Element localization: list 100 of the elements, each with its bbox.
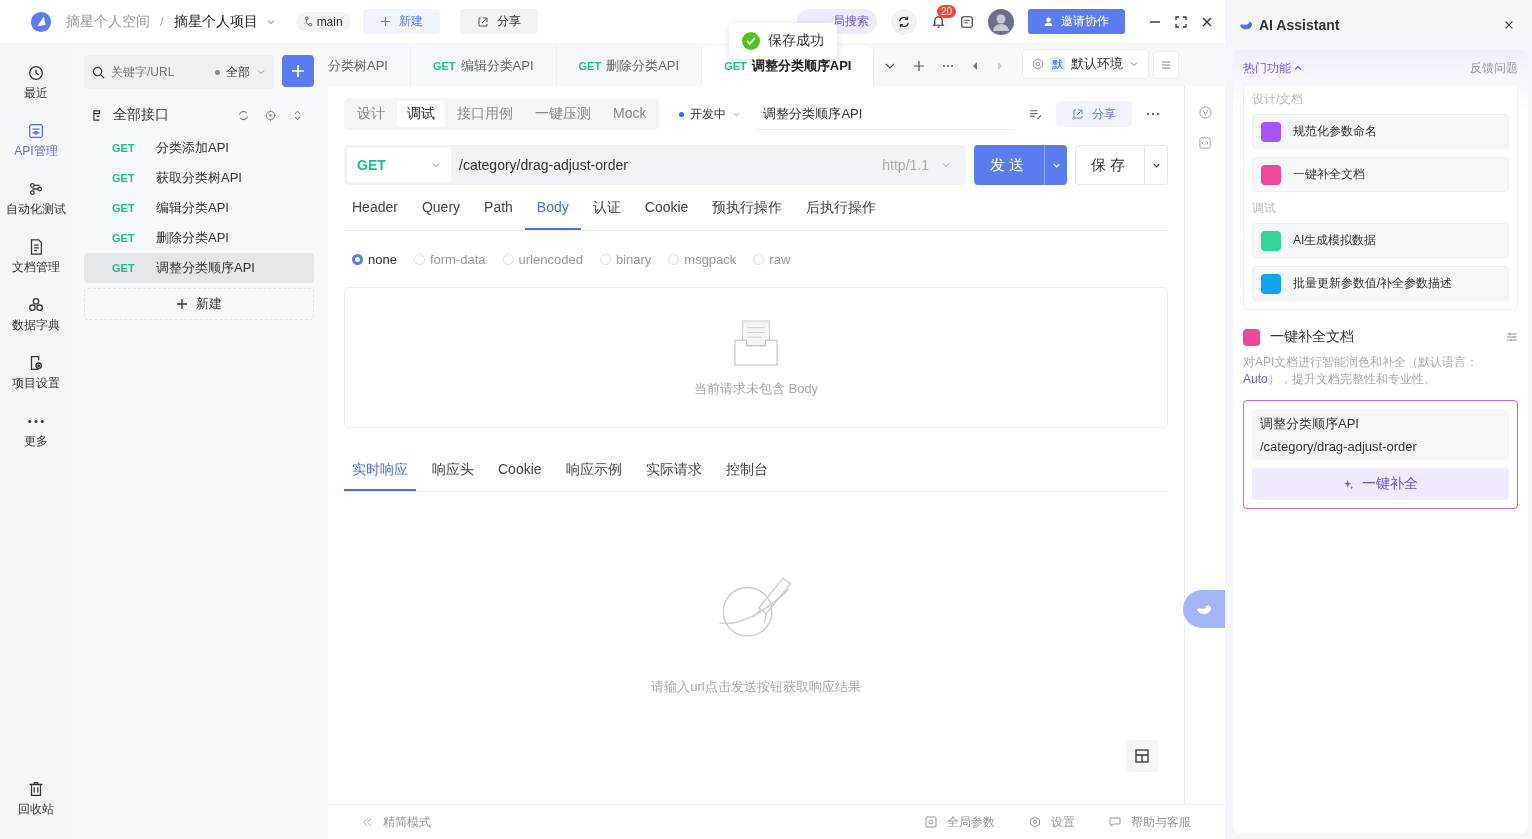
environment-select[interactable]: 默 默认环境 <box>1022 49 1150 79</box>
notification-badge: 20 <box>937 5 957 18</box>
edit-list-icon[interactable] <box>1029 107 1043 121</box>
tree-item[interactable]: GET 删除分类API <box>84 223 314 253</box>
layout-button[interactable] <box>1126 740 1158 772</box>
save-button[interactable]: 保存 <box>1075 145 1145 185</box>
locate-icon[interactable] <box>264 108 277 122</box>
user-icon <box>1044 16 1055 27</box>
status-select[interactable]: 开发中 <box>679 105 742 123</box>
param-tab[interactable]: Body <box>524 189 581 230</box>
response-tab[interactable]: Cookie <box>490 452 550 491</box>
circles-icon <box>27 296 45 314</box>
request-tab[interactable]: GET 编辑分类API <box>410 46 557 86</box>
feature-description: 对API文档进行智能润色和补全（默认语言： Auto），提升文档完整性和专业性。 <box>1243 354 1480 388</box>
tab-label: 编辑分类API <box>460 57 534 75</box>
branch-icon <box>303 16 313 27</box>
breadcrumb-item[interactable]: 摘星个人项目 <box>173 12 258 31</box>
nav-label: 回收站 <box>18 801 54 818</box>
nav-item[interactable]: 文档管理 <box>2 229 70 285</box>
feature-label: 批量更新参数值/补全参数描述 <box>1293 275 1453 292</box>
nav-item[interactable]: 更多 <box>2 403 70 459</box>
tree-item[interactable]: GET 获取分类树API <box>84 163 314 193</box>
new-api-button[interactable]: 新建 <box>84 288 314 320</box>
close-icon[interactable] <box>1201 15 1213 28</box>
close-icon[interactable] <box>1504 20 1514 30</box>
body-type-radio[interactable]: none <box>352 251 397 267</box>
nav-item[interactable]: 项目设置 <box>2 345 70 401</box>
response-tab[interactable]: 控制台 <box>717 452 776 491</box>
sliders-icon[interactable] <box>1506 331 1518 343</box>
api-name: 调整分类顺序API <box>156 259 255 277</box>
double-chevron-icon <box>362 816 373 828</box>
tree-item[interactable]: GET 分类添加API <box>84 133 314 163</box>
request-tab[interactable]: 分类树API <box>328 46 411 86</box>
ai-logo-icon <box>1239 19 1253 31</box>
method-label: GET <box>112 232 134 244</box>
feature-item[interactable]: AI生成模拟数据 <box>1252 223 1509 258</box>
tree-item[interactable]: GET 编辑分类API <box>84 193 314 223</box>
response-tab[interactable]: 实时响应 <box>344 452 416 491</box>
send-button[interactable]: 发送 <box>974 145 1044 185</box>
feature-item[interactable]: 规范化参数命名 <box>1252 114 1509 149</box>
param-tab[interactable]: Cookie <box>632 189 701 230</box>
method-label: GET <box>432 60 456 72</box>
response-tab[interactable]: 实际请求 <box>637 452 710 491</box>
check-icon <box>742 31 760 50</box>
param-tab[interactable]: Header <box>344 189 410 230</box>
share-button[interactable]: 分享 <box>459 9 538 34</box>
settings-icon <box>1029 816 1041 828</box>
bell-icon[interactable] <box>931 14 946 29</box>
avatar[interactable] <box>988 8 1014 35</box>
param-tab[interactable]: 后执行操作 <box>794 189 889 230</box>
nav-item[interactable]: 数据字典 <box>2 287 70 343</box>
share-icon <box>1072 108 1085 120</box>
param-tab[interactable]: 预执行操作 <box>700 189 795 230</box>
search-field[interactable]: 关键字/URL 全部 <box>84 55 274 89</box>
response-tab[interactable]: 响应头 <box>424 452 482 491</box>
filter-select[interactable]: 全部 <box>215 63 266 81</box>
empty-message: 当前请求未包含 Body <box>693 379 819 398</box>
group-title: 设计/文档 <box>1252 91 1305 108</box>
search-icon <box>92 65 105 79</box>
nav-item[interactable]: 最近 <box>2 55 70 111</box>
maximize-icon[interactable] <box>1175 15 1187 28</box>
feature-item[interactable]: 一键补全文档 <box>1252 157 1509 192</box>
chat-icon <box>1109 816 1121 828</box>
refresh-button[interactable] <box>891 8 917 35</box>
invite-button[interactable]: 邀请协作 <box>1028 9 1125 34</box>
param-tab[interactable]: 认证 <box>580 189 633 230</box>
add-button[interactable] <box>282 55 314 87</box>
add-tab-icon[interactable] <box>913 60 926 72</box>
param-tab[interactable]: Path <box>472 189 525 230</box>
response-tab[interactable]: 响应示例 <box>557 452 630 491</box>
tree-item[interactable]: GET 调整分类顺序API <box>84 253 314 283</box>
nav-label: 最近 <box>24 85 48 102</box>
nav-item[interactable]: API管理 <box>2 113 70 169</box>
more-icon[interactable] <box>1146 112 1161 116</box>
new-button[interactable]: 新建 <box>362 9 440 34</box>
url-text: /category/drag-adjust-order <box>459 157 629 173</box>
refresh-icon[interactable] <box>237 108 250 122</box>
nav-label: 项目设置 <box>12 375 60 392</box>
chevron-down-icon <box>1129 59 1140 69</box>
plus-icon <box>379 16 391 27</box>
complete-button[interactable]: 一键补全 <box>1252 468 1509 500</box>
notes-icon[interactable] <box>960 14 974 29</box>
share-button[interactable]: 分享 <box>1056 101 1133 127</box>
param-tab[interactable]: Query <box>409 189 473 230</box>
feature-item[interactable]: 批量更新参数值/补全参数描述 <box>1252 266 1509 301</box>
flow-icon <box>27 180 45 198</box>
previous-icon[interactable] <box>971 61 980 71</box>
mode-tab[interactable]: 调试 <box>397 101 445 127</box>
nav-item[interactable]: 自动化测试 <box>2 171 70 227</box>
code-icon[interactable] <box>1199 137 1211 149</box>
chevron-down-icon <box>431 160 441 170</box>
method-label: GET <box>112 262 134 274</box>
trash-nav-item[interactable]: 回收站 <box>2 771 70 827</box>
tree-root-label[interactable]: 全部接口 <box>113 106 169 124</box>
hot-features-toggle[interactable]: 热门功能 <box>1243 59 1303 77</box>
empty-inbox-icon <box>733 317 779 368</box>
branch-button[interactable]: main <box>295 11 351 32</box>
nav-label: 文档管理 <box>12 259 60 276</box>
api-name-field[interactable]: 调整分类顺序API <box>755 98 1016 130</box>
language-link[interactable]: Auto <box>1243 372 1268 386</box>
